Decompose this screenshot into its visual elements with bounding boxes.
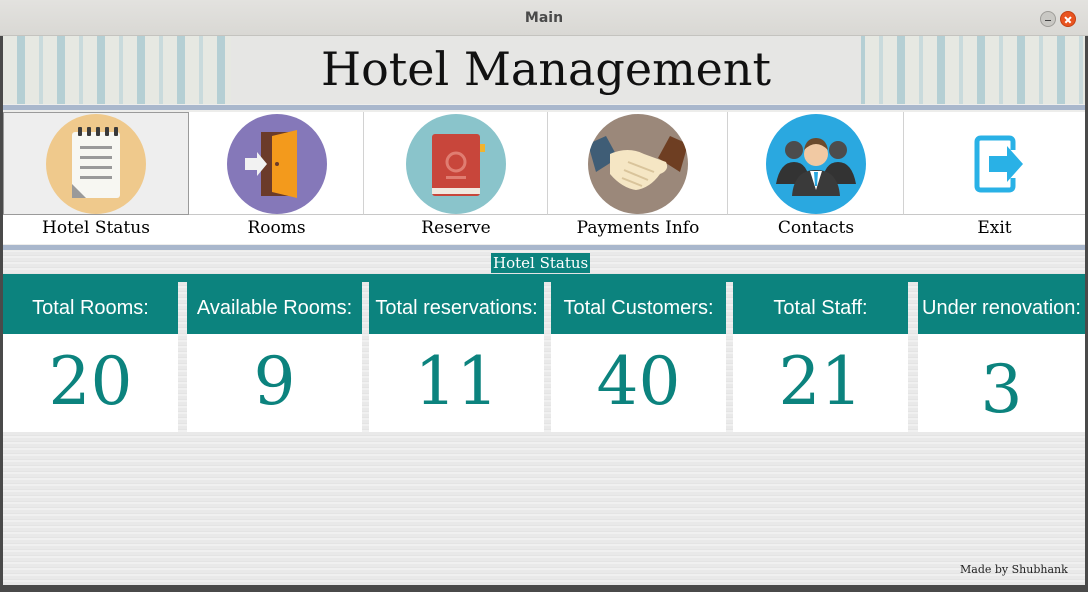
nav-hotel-status-button[interactable]: Hotel Status (3, 112, 189, 242)
title-bar[interactable]: Main (0, 0, 1088, 36)
stat-value: 21 (778, 343, 863, 420)
section-title: Hotel Status (491, 253, 591, 273)
stat-label: Total Staff: (733, 282, 908, 334)
people-icon (766, 114, 866, 214)
top-divider (3, 105, 1085, 110)
nav-exit-button[interactable]: Exit (904, 112, 1085, 242)
stat-body: 20 (3, 334, 178, 432)
nav-contacts-button[interactable]: Contacts (728, 112, 904, 242)
nav-payments-button[interactable]: Payments Info (548, 112, 728, 242)
stat-label: Total Customers: (551, 282, 726, 334)
header-banner: Hotel Management System (3, 36, 1085, 162)
stat-label: Total Rooms: (3, 282, 178, 334)
stat-available-rooms: Available Rooms: 9 (187, 282, 362, 432)
credit-text: Made by Shubhank (960, 563, 1068, 576)
window-border-bottom (0, 585, 1088, 592)
stat-under-renovation: Under renovation: 3 (918, 282, 1085, 432)
close-button[interactable] (1060, 11, 1076, 27)
stat-total-customers: Total Customers: 40 (551, 282, 726, 432)
stat-total-rooms: Total Rooms: 20 (3, 282, 178, 432)
nav-label: Reserve (421, 218, 491, 238)
nav-label: Payments Info (576, 218, 700, 238)
minimize-button[interactable] (1040, 11, 1056, 27)
main-window: Main Hotel Management System (0, 0, 1088, 592)
stat-value: 11 (414, 343, 499, 420)
stat-value: 9 (253, 343, 296, 420)
stat-label: Under renovation: (918, 282, 1085, 334)
nav-label: Hotel Status (42, 218, 150, 238)
stat-body: 3 (918, 334, 1085, 432)
stat-value: 3 (980, 351, 1023, 428)
stat-label: Total reservations: (369, 282, 544, 334)
book-icon (406, 114, 506, 214)
nav-label: Rooms (247, 218, 306, 238)
stat-total-staff: Total Staff: 21 (733, 282, 908, 432)
stat-body: 40 (551, 334, 726, 432)
door-icon (226, 114, 327, 214)
window-border-left (0, 36, 3, 592)
stat-label: Available Rooms: (187, 282, 362, 334)
stat-body: 9 (187, 334, 362, 432)
notepad-icon (46, 114, 146, 214)
stat-value: 40 (596, 343, 681, 420)
nav-bar: Hotel Status Rooms Reserve Payments Info… (3, 112, 1085, 244)
exit-icon (944, 114, 1045, 214)
app-title: Hotel Management System (231, 36, 861, 162)
nav-reserve-button[interactable]: Reserve (364, 112, 548, 242)
stat-body: 11 (369, 334, 544, 432)
stat-body: 21 (733, 334, 908, 432)
stats-band (3, 274, 1085, 282)
nav-label: Contacts (777, 218, 855, 238)
stat-total-reservations: Total reservations: 11 (369, 282, 544, 432)
stat-value: 20 (48, 343, 133, 420)
nav-divider (3, 245, 1085, 250)
nav-rooms-button[interactable]: Rooms (189, 112, 364, 242)
nav-label: Exit (977, 218, 1012, 238)
window-title: Main (524, 10, 564, 26)
handshake-icon (588, 114, 688, 214)
